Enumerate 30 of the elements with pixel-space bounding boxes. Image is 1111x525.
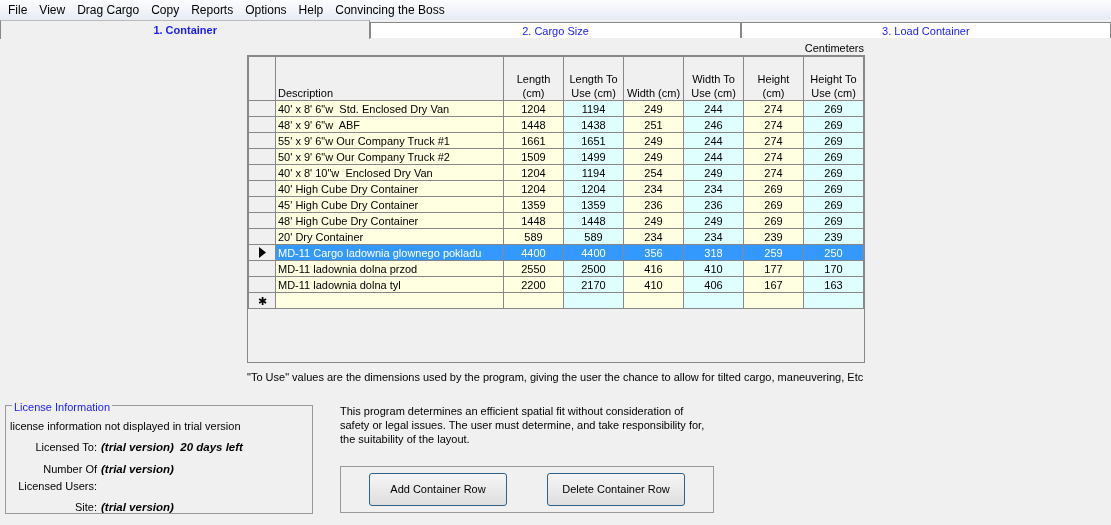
- units-label: Centimeters: [803, 41, 865, 55]
- field-value: (trial version) 20 days left: [101, 440, 243, 455]
- menu-item[interactable]: View: [33, 1, 72, 19]
- tab[interactable]: 3. Load Container: [740, 22, 1111, 38]
- menu-item[interactable]: Copy: [145, 1, 186, 19]
- column-header: Width (cm): [623, 56, 684, 101]
- field-label: Licensed To:: [34, 440, 98, 455]
- column-header: Description: [275, 56, 504, 101]
- tab[interactable]: 2. Cargo Size: [370, 22, 741, 38]
- disclaimer-text: This program determines an efficient spatial fit without consideration of safety or legal issues. The user must determine, and take responsibility for, the suitability of the layout.: [340, 403, 706, 446]
- tab[interactable]: 1. Container: [0, 20, 371, 39]
- menu-item[interactable]: File: [2, 1, 34, 19]
- action-button[interactable]: Delete Container Row: [547, 472, 685, 506]
- field-label: Number Of Licensed Users:: [17, 462, 98, 494]
- field-value: (trial version): [101, 500, 174, 516]
- table-note: "To Use" values are the dimensions used by the program, giving the user the chance to allow for tilted cargo, maneuvering, Etc: [247, 370, 865, 385]
- column-header: Length To Use (cm): [563, 56, 624, 101]
- column-header: Height (cm): [743, 56, 804, 101]
- field-label: Site:: [74, 500, 98, 516]
- field-value: (trial version): [101, 462, 174, 478]
- action-button[interactable]: Add Container Row: [369, 472, 507, 506]
- menu-item[interactable]: Drag Cargo: [71, 1, 146, 19]
- menu-item[interactable]: Convincing the Boss: [329, 1, 451, 19]
- column-header: Width To Use (cm): [683, 56, 744, 101]
- column-header: Length (cm): [503, 56, 564, 101]
- column-header: Height To Use (cm): [803, 56, 864, 101]
- menu-item[interactable]: Reports: [185, 1, 240, 19]
- license-note: license information not displayed in trial version: [10, 418, 242, 434]
- menu-item[interactable]: Help: [292, 1, 330, 19]
- menu-item[interactable]: Options: [239, 1, 293, 19]
